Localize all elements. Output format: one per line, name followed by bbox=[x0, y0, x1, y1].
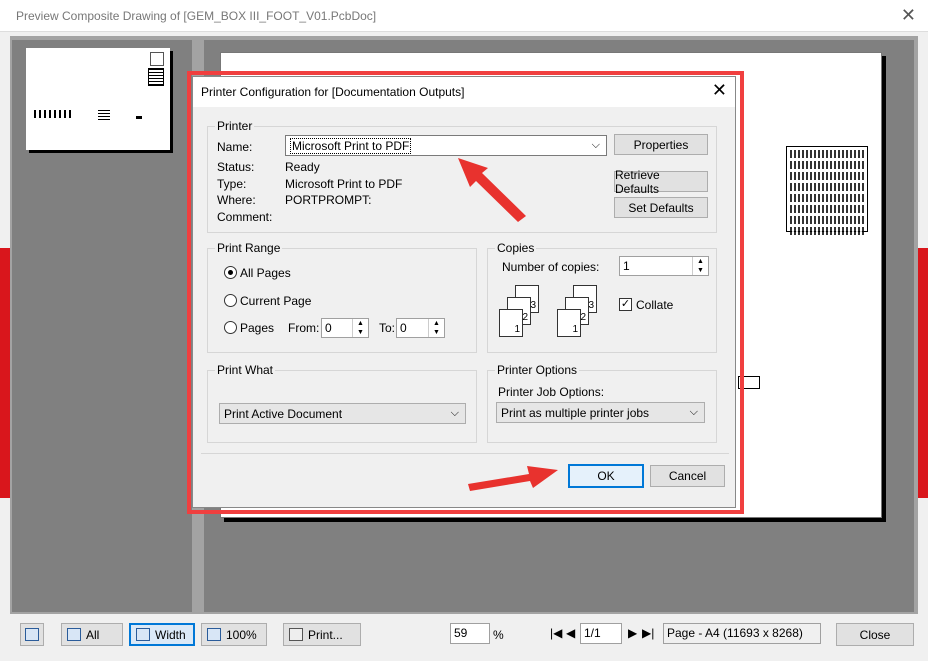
page-info: Page - A4 (11693 x 8268) bbox=[663, 623, 821, 644]
zoom-width-label: Width bbox=[155, 627, 186, 642]
collate-stack-icon: 3 2 1 bbox=[499, 285, 539, 341]
copies-label: Number of copies: bbox=[502, 260, 600, 274]
current-page-label[interactable]: Current Page bbox=[240, 294, 311, 308]
current-page-radio[interactable] bbox=[224, 294, 237, 307]
stepper-arrows-icon[interactable]: ▲ ▼ bbox=[428, 319, 444, 337]
zoom-width-button[interactable]: Width bbox=[129, 623, 195, 646]
last-page-icon[interactable]: ▶| bbox=[642, 626, 654, 640]
set-defaults-button[interactable]: Set Defaults bbox=[614, 197, 708, 218]
where-value: PORTPROMPT: bbox=[285, 193, 372, 207]
collate-stack-icon: 3 2 1 bbox=[557, 285, 597, 341]
job-options-select[interactable]: Print as multiple printer jobs ⌵ bbox=[496, 402, 705, 423]
status-label: Status: bbox=[217, 160, 255, 174]
next-page-icon[interactable]: ▶ bbox=[628, 626, 637, 640]
zoom-100-label: 100% bbox=[226, 627, 257, 642]
zoom-all-label: All bbox=[86, 627, 100, 642]
properties-button[interactable]: Properties bbox=[614, 134, 708, 155]
to-stepper[interactable]: 0 ▲ ▼ bbox=[396, 318, 445, 338]
actual-size-icon bbox=[207, 628, 221, 641]
dialog-close-icon[interactable]: ✕ bbox=[712, 81, 727, 99]
printer-config-dialog: Printer Configuration for [Documentation… bbox=[192, 76, 736, 508]
chevron-down-icon: ⌵ bbox=[450, 407, 459, 419]
to-value: 0 bbox=[400, 321, 407, 335]
comment-label: Comment: bbox=[217, 210, 273, 224]
job-options-label: Printer Job Options: bbox=[498, 385, 605, 399]
dialog-divider bbox=[201, 453, 729, 454]
job-options-value: Print as multiple printer jobs bbox=[501, 405, 650, 420]
print-what-legend: Print What bbox=[217, 363, 274, 377]
fit-width-icon bbox=[136, 628, 150, 641]
first-page-icon[interactable]: |◀ bbox=[550, 626, 562, 640]
pages-label[interactable]: Pages bbox=[240, 321, 274, 335]
page-input[interactable]: 1/1 bbox=[580, 623, 622, 644]
copies-legend: Copies bbox=[497, 241, 535, 255]
pages-radio[interactable] bbox=[224, 321, 237, 334]
from-stepper[interactable]: 0 ▲ ▼ bbox=[321, 318, 369, 338]
retrieve-defaults-button[interactable]: Retrieve Defaults bbox=[614, 168, 708, 196]
zoom-all-button[interactable]: All bbox=[61, 623, 123, 646]
copies-value: 1 bbox=[623, 259, 630, 273]
pcb-outline-fragment bbox=[738, 376, 760, 389]
window-close-icon[interactable]: ✕ bbox=[901, 6, 916, 24]
print-what-select[interactable]: Print Active Document ⌵ bbox=[219, 403, 466, 424]
zoom-input[interactable]: 59 bbox=[450, 623, 490, 644]
print-range-legend: Print Range bbox=[217, 241, 281, 255]
chevron-down-icon: ⌵ bbox=[689, 406, 698, 418]
type-value: Microsoft Print to PDF bbox=[285, 177, 403, 191]
printer-icon bbox=[289, 628, 303, 641]
zoom-100-button[interactable]: 100% bbox=[201, 623, 267, 646]
from-label: From: bbox=[288, 321, 320, 335]
printer-name-select[interactable]: Microsoft Print to PDF ⌵ bbox=[285, 135, 607, 156]
printer-options-legend: Printer Options bbox=[497, 363, 578, 377]
name-label: Name: bbox=[217, 140, 253, 154]
title-block bbox=[786, 146, 868, 235]
dialog-title: Printer Configuration for [Documentation… bbox=[201, 85, 465, 99]
printer-legend: Printer bbox=[217, 119, 253, 133]
from-value: 0 bbox=[325, 321, 332, 335]
type-label: Type: bbox=[217, 177, 247, 191]
pcb-edge-left bbox=[0, 248, 10, 498]
collate-checkbox[interactable]: ✓ bbox=[619, 298, 632, 311]
copies-stepper[interactable]: 1 ▲ ▼ bbox=[619, 256, 709, 276]
pcb-edge-right bbox=[918, 248, 928, 498]
dialog-titlebar: Printer Configuration for [Documentation… bbox=[193, 77, 735, 107]
cancel-button[interactable]: Cancel bbox=[650, 465, 725, 487]
status-value: Ready bbox=[285, 160, 320, 174]
stepper-arrows-icon[interactable]: ▲ ▼ bbox=[352, 319, 368, 337]
all-pages-radio[interactable] bbox=[224, 266, 237, 279]
print-label: Print... bbox=[308, 627, 343, 642]
fit-all-icon bbox=[67, 628, 81, 641]
print-what-value: Print Active Document bbox=[224, 406, 343, 421]
all-pages-label[interactable]: All Pages bbox=[240, 266, 291, 280]
prev-page-icon[interactable]: ◀ bbox=[566, 626, 575, 640]
to-label: To: bbox=[379, 321, 396, 335]
printer-name-value: Microsoft Print to PDF bbox=[290, 137, 412, 154]
where-label: Where: bbox=[217, 193, 256, 207]
ok-button[interactable]: OK bbox=[568, 464, 644, 488]
collate-label[interactable]: Collate bbox=[636, 298, 673, 312]
stepper-arrows-icon[interactable]: ▲ ▼ bbox=[692, 257, 708, 275]
thumbnails-icon bbox=[25, 628, 39, 641]
zoom-unit: % bbox=[493, 628, 504, 642]
window-title: Preview Composite Drawing of [GEM_BOX II… bbox=[16, 9, 377, 23]
toggle-thumbnails-button[interactable] bbox=[20, 623, 44, 646]
page-thumbnail[interactable] bbox=[26, 48, 170, 150]
window-titlebar: Preview Composite Drawing of [GEM_BOX II… bbox=[0, 0, 928, 32]
chevron-down-icon: ⌵ bbox=[591, 139, 600, 151]
print-button[interactable]: Print... bbox=[283, 623, 361, 646]
close-button[interactable]: Close bbox=[836, 623, 914, 646]
